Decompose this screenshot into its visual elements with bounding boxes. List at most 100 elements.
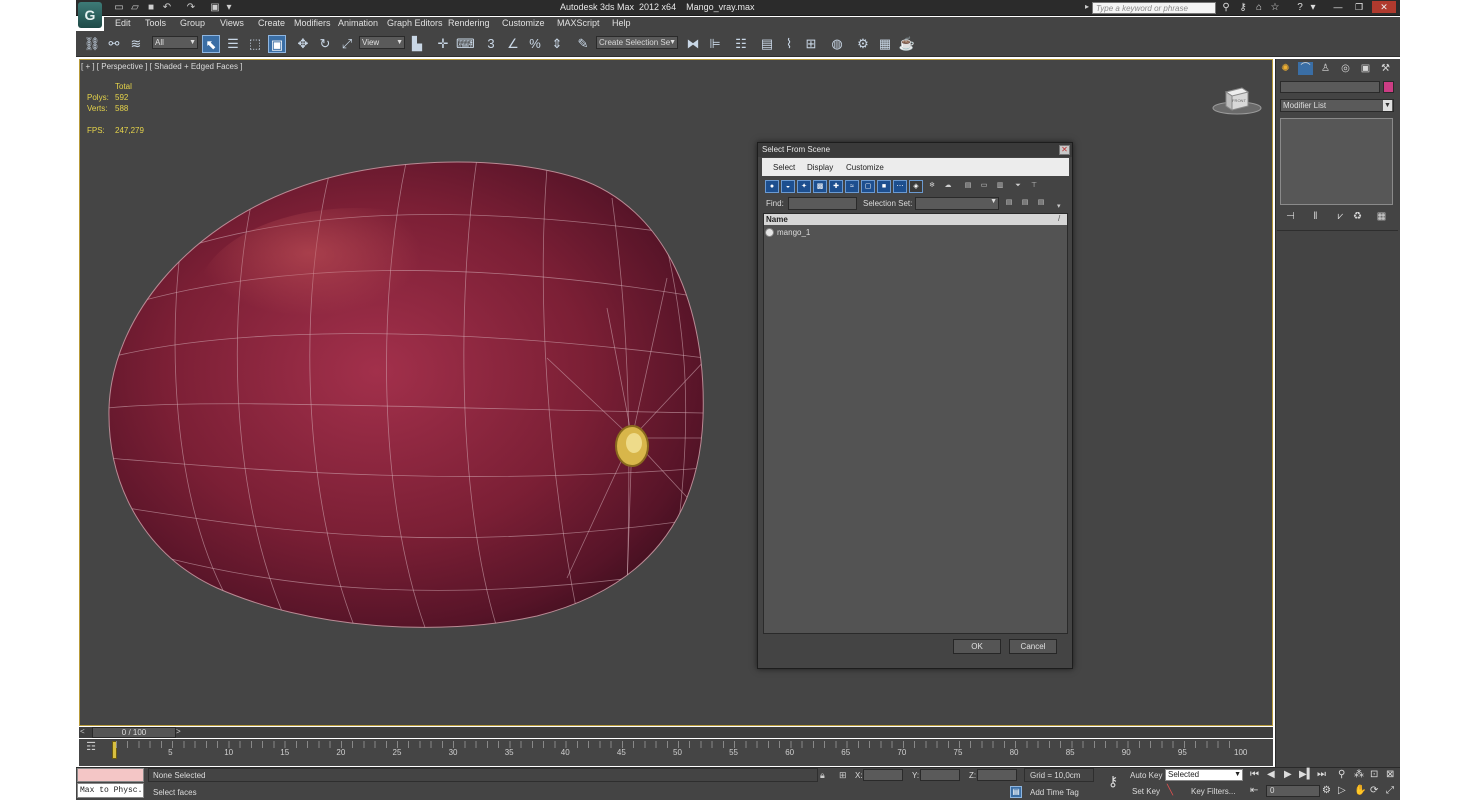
menu-edit[interactable]: Edit	[115, 18, 131, 28]
auto-key-button[interactable]: Auto Key	[1130, 771, 1162, 780]
key-icon[interactable]: ⚷	[1236, 2, 1250, 14]
bind-to-space-warp-icon[interactable]: ≋	[127, 35, 145, 53]
spinner-snap-icon[interactable]: ⇕	[548, 35, 566, 53]
menu-graph-editors[interactable]: Graph Editors	[387, 18, 443, 28]
pan-view-icon[interactable]: ✋	[1354, 785, 1366, 796]
render-production-icon[interactable]: ☕	[898, 35, 916, 53]
display-tab-icon[interactable]: ▣	[1358, 62, 1373, 75]
maximize-viewport-icon[interactable]: ⤢	[1386, 785, 1394, 796]
find-input[interactable]	[788, 197, 857, 210]
hierarchy-tab-icon[interactable]: ♙	[1318, 62, 1333, 75]
modify-tab-icon[interactable]: ⌒	[1298, 62, 1313, 75]
select-and-manipulate-icon[interactable]: ✛	[434, 35, 452, 53]
snaps-toggle-icon[interactable]: 3	[482, 35, 500, 53]
undo-icon[interactable]: ↶	[160, 2, 174, 14]
go-to-end-icon[interactable]: ⏭	[1317, 769, 1326, 780]
zoom-icon[interactable]: ⚲	[1338, 769, 1345, 780]
zoom-all-icon[interactable]: ⁂	[1354, 769, 1364, 780]
configure-modifier-sets-icon[interactable]: ▦	[1374, 210, 1389, 223]
display-cameras-icon[interactable]: ▩	[813, 180, 827, 193]
set-keys-key-icon[interactable]: ⚷	[1103, 773, 1123, 791]
material-editor-icon[interactable]: ◍	[828, 35, 846, 53]
object-list[interactable]	[763, 213, 1068, 634]
dialog-menu-display[interactable]: Display	[807, 163, 833, 172]
modifier-list-dropdown[interactable]: Modifier List ▼	[1280, 99, 1394, 112]
motion-tab-icon[interactable]: ◎	[1338, 62, 1353, 75]
render-setup-icon[interactable]: ⚙	[854, 35, 872, 53]
create-tab-icon[interactable]: ✺	[1278, 62, 1293, 75]
open-file-icon[interactable]: ▱	[128, 2, 142, 14]
zoom-extents-icon[interactable]: ⊡	[1370, 769, 1378, 780]
collapse-toggle-icon[interactable]: ▾	[1057, 202, 1061, 210]
previous-frame-icon[interactable]: ◀	[1267, 769, 1275, 780]
menu-views[interactable]: Views	[220, 18, 244, 28]
window-crossing-icon[interactable]: ▣	[268, 35, 286, 53]
display-groups-icon[interactable]: ▢	[861, 180, 875, 193]
column-header-name[interactable]: Name	[764, 214, 1067, 225]
display-space-warps-icon[interactable]: ≈	[845, 180, 859, 193]
search-input[interactable]: Type a keyword or phrase	[1092, 2, 1216, 14]
percent-snap-icon[interactable]: %	[526, 35, 544, 53]
curve-editor-icon[interactable]: ⌇	[780, 35, 798, 53]
selection-lock-icon[interactable]: 🔒︎	[820, 770, 825, 781]
display-geometry-icon[interactable]: ●	[765, 180, 779, 193]
modifier-stack[interactable]	[1280, 118, 1393, 205]
menu-modifiers[interactable]: Modifiers	[294, 18, 331, 28]
go-to-start-icon[interactable]: ⏮	[1250, 769, 1259, 780]
close-window-button[interactable]: ✕	[1372, 1, 1396, 13]
schematic-view-icon[interactable]: ⊞	[802, 35, 820, 53]
key-filters-button[interactable]: Key Filters...	[1191, 787, 1235, 796]
selection-set-dropdown[interactable]: ▼	[915, 197, 999, 210]
select-and-scale-icon[interactable]: ⤢	[338, 35, 356, 53]
show-end-result-icon[interactable]: ‖	[1308, 210, 1323, 223]
key-mode-dropdown[interactable]: Selected ▼	[1165, 769, 1243, 781]
dialog-close-button[interactable]: ✕	[1059, 145, 1070, 155]
object-name-field[interactable]	[1280, 81, 1380, 93]
frame-counter[interactable]: 0 / 100	[92, 727, 176, 738]
display-hidden-icon[interactable]: ☁	[941, 180, 955, 193]
save-file-icon[interactable]: ■	[144, 2, 158, 14]
help-dropdown-icon[interactable]: ▾	[1306, 2, 1320, 14]
reference-coordinate-dropdown[interactable]: View ▼	[359, 36, 405, 49]
display-all-icon[interactable]: ▤	[961, 180, 975, 193]
key-filter-edit-icon[interactable]: ╲	[1167, 785, 1181, 798]
pivot-center-icon[interactable]: ▙	[408, 35, 426, 53]
menu-create[interactable]: Create	[258, 18, 285, 28]
rectangular-selection-icon[interactable]: ⬚	[246, 35, 264, 53]
select-object-icon[interactable]: ⬉	[202, 35, 220, 53]
menu-animation[interactable]: Animation	[338, 18, 378, 28]
key-mode-toggle-icon[interactable]: ⇤	[1250, 785, 1258, 796]
current-frame-field[interactable]: 0	[1266, 785, 1320, 797]
angle-snap-icon[interactable]: ∠	[504, 35, 522, 53]
dialog-menu-select[interactable]: Select	[773, 163, 795, 172]
select-invert-icon[interactable]: ▤	[1034, 197, 1048, 210]
time-slider[interactable]	[79, 727, 1273, 738]
select-and-rotate-icon[interactable]: ↻	[316, 35, 334, 53]
display-shapes-icon[interactable]: ◒	[781, 180, 795, 193]
object-color-swatch[interactable]	[1383, 81, 1394, 93]
absolute-mode-icon[interactable]: ⊞	[839, 770, 847, 781]
menu-help[interactable]: Help	[612, 18, 631, 28]
menu-tools[interactable]: Tools	[145, 18, 166, 28]
make-unique-icon[interactable]: ⩗	[1333, 210, 1348, 223]
search-expand-icon[interactable]: ▸	[1085, 2, 1091, 14]
display-lights-icon[interactable]: ✦	[797, 180, 811, 193]
binoculars-icon[interactable]: ⚲	[1219, 2, 1233, 14]
menu-group[interactable]: Group	[180, 18, 205, 28]
set-key-button[interactable]: Set Key	[1132, 787, 1160, 796]
display-none-icon[interactable]: ▭	[977, 180, 991, 193]
cancel-button[interactable]: Cancel	[1009, 639, 1057, 654]
add-time-tag-button[interactable]: Add Time Tag	[1030, 788, 1079, 797]
layer-manager-icon[interactable]: ☷	[732, 35, 750, 53]
menu-maxscript[interactable]: MAXScript	[557, 18, 600, 28]
time-slider-next-icon[interactable]: >	[176, 727, 181, 736]
display-containers-icon[interactable]: ◈	[909, 180, 923, 193]
time-configuration-icon[interactable]: ⚙	[1322, 785, 1331, 796]
display-helpers-icon[interactable]: ✚	[829, 180, 843, 193]
y-coordinate-field[interactable]	[920, 769, 960, 781]
select-by-name-icon[interactable]: ☰	[224, 35, 242, 53]
orbit-icon[interactable]: ⟳	[1370, 785, 1378, 796]
edit-named-selection-icon[interactable]: ✎	[574, 35, 592, 53]
select-all-icon[interactable]: ▤	[1002, 197, 1016, 210]
align-icon[interactable]: ⊫	[706, 35, 724, 53]
